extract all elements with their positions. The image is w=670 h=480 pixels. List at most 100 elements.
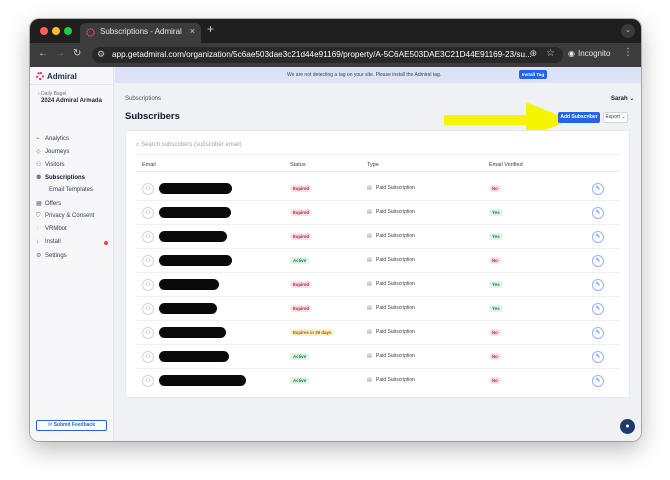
zoom-icon[interactable]: ⊕ <box>529 48 537 59</box>
subscription-type-icon: ▤ <box>367 233 372 239</box>
redacted-email <box>159 207 231 218</box>
sidebar-item-label: Offers <box>45 201 62 207</box>
tab-strip: Subscriptions - Admiral × + ⌄ <box>30 19 641 43</box>
subscription-type-icon: ▤ <box>367 329 372 335</box>
edit-pencil-icon[interactable]: ✎ <box>592 183 604 195</box>
chart-icon: ⌁ <box>36 136 40 142</box>
edit-pencil-icon[interactable]: ✎ <box>592 351 604 363</box>
edit-pencil-icon[interactable]: ✎ <box>592 303 604 315</box>
subscription-type: Paid Subscription <box>376 233 415 239</box>
status-badge: Expires in 29 days <box>290 329 335 336</box>
maximize-window-button[interactable] <box>64 27 72 35</box>
email-verified-badge: Yes <box>489 281 503 288</box>
sidebar-item-label: Settings <box>45 253 67 259</box>
bookmark-star-icon[interactable]: ☆ <box>546 48 555 59</box>
url-text[interactable]: app.getadmiral.com/organization/5c6ae503… <box>112 50 532 59</box>
new-tab-button[interactable]: + <box>207 22 214 36</box>
incognito-icon: ◉ <box>568 49 575 58</box>
user-avatar-icon: ⚇ <box>142 351 154 363</box>
back-arrow-icon[interactable]: ← <box>38 48 48 59</box>
user-menu[interactable]: Sarah ⌄ <box>611 95 634 102</box>
edit-pencil-icon[interactable]: ✎ <box>592 231 604 243</box>
tab-search-chevron-icon[interactable]: ⌄ <box>621 24 635 38</box>
redacted-email <box>159 255 232 266</box>
sidebar-item-install[interactable]: ↓ Install <box>36 239 61 248</box>
sidebar-item-visitors[interactable]: ⚇ Visitors <box>36 161 65 170</box>
breadcrumb[interactable]: Subscriptions <box>125 96 161 102</box>
close-window-button[interactable] <box>40 27 48 35</box>
subscription-type: Paid Subscription <box>376 377 415 383</box>
email-verified-badge: No <box>489 329 501 336</box>
sidebar-item-analytics[interactable]: ⌁ Analytics <box>36 135 69 144</box>
address-bar[interactable]: ⚙ app.getadmiral.com/organization/5c6ae5… <box>92 47 563 63</box>
edit-pencil-icon[interactable]: ✎ <box>592 207 604 219</box>
sidebar-item-label: Visitors <box>45 162 65 168</box>
table-row[interactable]: ⚇ Active ▤ Paid Subscription No ✎ <box>136 369 620 393</box>
sidebar-item-label: Subscriptions <box>45 175 86 181</box>
subscriptions-icon: ⚉ <box>36 175 42 181</box>
add-subscriber-button[interactable]: Add Subscriber <box>558 112 600 123</box>
column-header-status[interactable]: Status <box>290 162 306 168</box>
column-header-email-verified[interactable]: Email Verified <box>489 162 523 168</box>
visitors-icon: ⚇ <box>36 162 42 168</box>
sidebar-item-privacy-consent[interactable]: ⛉ Privacy & Consent <box>36 213 94 222</box>
subscription-type-icon: ▤ <box>367 281 372 287</box>
org-name[interactable]: 2024 Admiral Armada <box>41 98 102 104</box>
table-row[interactable]: ⚇ Active ▤ Paid Subscription No ✎ <box>136 249 620 273</box>
edit-pencil-icon[interactable]: ✎ <box>592 255 604 267</box>
edit-pencil-icon[interactable]: ✎ <box>592 327 604 339</box>
install-tag-button[interactable]: Install Tag <box>519 70 547 79</box>
redacted-email <box>159 303 217 314</box>
status-badge: Expired <box>290 233 313 240</box>
table-row[interactable]: ⚇ Expired ▤ Paid Subscription Yes ✎ <box>136 297 620 321</box>
forward-arrow-icon[interactable]: → <box>55 48 65 59</box>
sidebar-item-settings[interactable]: ⚙ Settings <box>36 252 67 261</box>
sidebar-item-journeys[interactable]: ◇ Journeys <box>36 148 69 157</box>
status-badge: Active <box>290 353 310 360</box>
browser-menu-icon[interactable]: ⋮ <box>623 47 633 58</box>
journeys-icon: ◇ <box>36 149 41 155</box>
sidebar-item-email-templates[interactable]: Email Templates <box>49 187 93 193</box>
search-input[interactable]: ⌕ Search subscribers (subscriber email) <box>136 142 242 149</box>
table-row[interactable]: ⚇ Expired ▤ Paid Subscription Yes ✎ <box>136 225 620 249</box>
table-row[interactable]: ⚇ Expired ▤ Paid Subscription Yes ✎ <box>136 273 620 297</box>
admiral-logo[interactable]: Admiral <box>36 72 77 81</box>
sidebar-item-label: Privacy & Consent <box>45 213 95 219</box>
status-badge: Active <box>290 377 310 384</box>
table-row[interactable]: ⚇ Expired ▤ Paid Subscription No ✎ <box>136 177 620 201</box>
submit-feedback-button[interactable]: ✉ Submit Feedback <box>36 420 107 431</box>
edit-pencil-icon[interactable]: ✎ <box>592 279 604 291</box>
site-settings-icon[interactable]: ⚙ <box>97 49 105 60</box>
subscription-type: Paid Subscription <box>376 281 415 287</box>
status-badge: Active <box>290 257 310 264</box>
subscription-type: Paid Subscription <box>376 353 415 359</box>
minimize-window-button[interactable] <box>52 27 60 35</box>
edit-pencil-icon[interactable]: ✎ <box>592 375 604 387</box>
subscription-type: Paid Subscription <box>376 329 415 335</box>
table-row[interactable]: ⚇ Active ▤ Paid Subscription No ✎ <box>136 345 620 369</box>
sidebar-divider <box>30 84 114 85</box>
sidebar-item-label: Analytics <box>45 136 70 142</box>
column-header-email[interactable]: Email <box>142 162 156 168</box>
user-avatar-icon: ⚇ <box>142 231 154 243</box>
sidebar-item-offers[interactable]: ▦ Offers <box>36 200 61 209</box>
subscribers-card: ⌕ Search subscribers (subscriber email) … <box>125 130 630 398</box>
reload-icon[interactable]: ↻ <box>73 48 81 59</box>
export-button[interactable]: Export ⌄ <box>603 112 628 123</box>
org-switcher-parent[interactable]: ‹ Daily Bagel <box>38 91 66 97</box>
sidebar-item-subscriptions[interactable]: ⚉ Subscriptions <box>36 174 85 183</box>
redacted-email <box>159 375 246 386</box>
incognito-indicator[interactable]: ◉ Incognito <box>568 49 610 58</box>
table-row[interactable]: ⚇ Expired ▤ Paid Subscription Yes ✎ <box>136 201 620 225</box>
column-header-type[interactable]: Type <box>367 162 379 168</box>
user-avatar-icon: ⚇ <box>142 279 154 291</box>
table-row[interactable]: ⚇ Expires in 29 days ▤ Paid Subscription… <box>136 321 620 345</box>
redacted-email <box>159 351 229 362</box>
browser-tab[interactable]: Subscriptions - Admiral × <box>80 23 201 43</box>
tab-close-icon[interactable]: × <box>190 26 195 36</box>
banner-text: We are not detecting a tag on your site.… <box>287 72 442 78</box>
browser-window: Subscriptions - Admiral × + ⌄ ← → ↻ ⚙ ap… <box>30 19 641 441</box>
chat-support-icon[interactable]: ● <box>620 419 635 434</box>
subscription-type-icon: ▤ <box>367 353 372 359</box>
sidebar-item-vrmbot[interactable]: ◌ VRMbot <box>36 226 67 235</box>
